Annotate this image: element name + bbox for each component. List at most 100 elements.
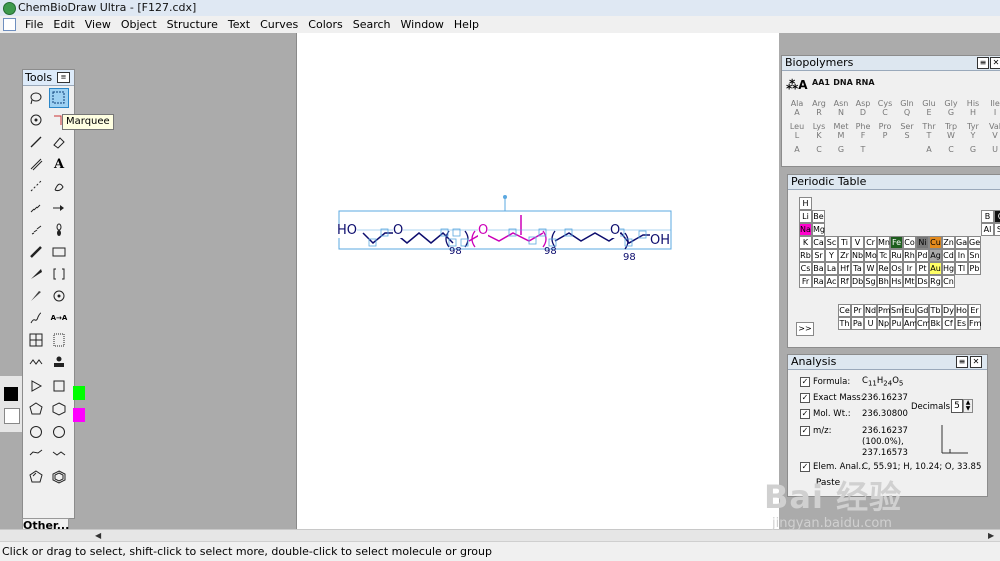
element-ho[interactable]: Ho <box>955 303 968 317</box>
chair-cyclohexane-2-icon[interactable] <box>49 444 69 464</box>
element-os[interactable]: Os <box>890 262 903 275</box>
element-bh[interactable]: Bh <box>877 275 890 288</box>
atom-oxygen-1[interactable]: O <box>393 224 404 238</box>
biopolymer-item[interactable]: E <box>918 108 940 117</box>
exact-mass-checkbox[interactable]: ✓ <box>800 393 810 403</box>
biopolymer-item[interactable]: A <box>786 145 808 154</box>
menu-window[interactable]: Window <box>396 18 449 31</box>
pen-tool-icon[interactable] <box>49 176 69 196</box>
element-cu[interactable]: Cu <box>929 236 942 249</box>
menu-structure[interactable]: Structure <box>162 18 223 31</box>
tools-palette-header[interactable]: Tools ≡ <box>23 70 74 86</box>
biopolymer-item[interactable]: Phe <box>852 122 874 131</box>
element-pt[interactable]: Pt <box>916 262 929 275</box>
element-w[interactable]: W <box>864 262 877 275</box>
biopolymer-item[interactable]: L <box>786 131 808 140</box>
decimals-input[interactable]: 5 <box>951 399 963 413</box>
element-mg[interactable]: Mg <box>812 223 825 236</box>
element-pd[interactable]: Pd <box>916 249 929 262</box>
biopolymer-item[interactable]: V <box>984 131 1000 140</box>
element-pm[interactable]: Pm <box>877 303 891 317</box>
circle-ring-icon[interactable] <box>26 422 46 442</box>
element-sr[interactable]: Sr <box>812 249 825 262</box>
biopolymer-item[interactable]: N <box>830 108 852 117</box>
menu-object[interactable]: Object <box>116 18 162 31</box>
element-rg[interactable]: Rg <box>929 275 942 288</box>
biopolymer-item[interactable]: Lys <box>808 122 830 131</box>
element-c[interactable]: C <box>994 210 1000 223</box>
biopolymer-item[interactable]: D <box>852 108 874 117</box>
dashed-bond-icon[interactable] <box>26 176 46 196</box>
drawing-canvas[interactable]: HO O 98 O 98 O 98 OH <box>296 33 779 529</box>
menu-text[interactable]: Text <box>223 18 255 31</box>
element-sm[interactable]: Sm <box>890 303 904 317</box>
element-la[interactable]: La <box>825 262 838 275</box>
green-color-swatch[interactable] <box>73 386 85 400</box>
biopolymer-item[interactable]: Gln <box>896 99 918 108</box>
biopolymer-item[interactable]: K <box>808 131 830 140</box>
bold-bond-icon[interactable] <box>26 242 46 262</box>
background-color-swatch[interactable] <box>4 408 20 424</box>
biopolymer-item[interactable]: A <box>918 145 940 154</box>
biopolymer-item[interactable]: Tyr <box>962 122 984 131</box>
magenta-color-swatch[interactable] <box>73 408 85 422</box>
hashed-bond-icon[interactable] <box>26 198 46 218</box>
element-hg[interactable]: Hg <box>942 262 955 275</box>
cycloheptane-ring-icon[interactable] <box>49 422 69 442</box>
biopolymers-header[interactable]: Biopolymers ≡ ✕ <box>782 56 1000 71</box>
element-tc[interactable]: Tc <box>877 249 890 262</box>
element-in[interactable]: In <box>955 249 968 262</box>
scroll-right-icon[interactable]: ▶ <box>988 531 994 540</box>
element-na[interactable]: Na <box>799 223 812 236</box>
menu-help[interactable]: Help <box>449 18 484 31</box>
element-am[interactable]: Am <box>903 316 917 330</box>
element-be[interactable]: Be <box>812 210 825 223</box>
acyclic-chain-icon[interactable] <box>26 352 46 372</box>
foreground-color-swatch[interactable] <box>4 387 18 401</box>
element-ir[interactable]: Ir <box>903 262 916 275</box>
biopolymer-item[interactable]: M <box>830 131 852 140</box>
reaction-arrow-icon[interactable]: A→A <box>49 308 69 328</box>
element-cd[interactable]: Cd <box>942 249 955 262</box>
element-ga[interactable]: Ga <box>955 236 968 249</box>
element-ti[interactable]: Ti <box>838 236 851 249</box>
biopolymer-item[interactable]: Trp <box>940 122 962 131</box>
element-dy[interactable]: Dy <box>942 303 955 317</box>
element-rh[interactable]: Rh <box>903 249 916 262</box>
benzene-ring-icon[interactable] <box>49 467 69 487</box>
element-cf[interactable]: Cf <box>942 316 955 330</box>
pentagon-ring-icon[interactable] <box>26 399 46 419</box>
element-np[interactable]: Np <box>877 316 890 330</box>
biopolymer-item[interactable]: R <box>808 108 830 117</box>
element-pr[interactable]: Pr <box>851 303 864 317</box>
biopolymer-item[interactable]: A <box>786 108 808 117</box>
element-ba[interactable]: Ba <box>812 262 825 275</box>
square-ring-icon[interactable] <box>49 376 69 396</box>
element-u[interactable]: U <box>864 316 877 330</box>
rotation-handle[interactable] <box>503 195 507 199</box>
biopolymer-item[interactable]: Q <box>896 108 918 117</box>
element-re[interactable]: Re <box>877 262 890 275</box>
panel-menu-icon[interactable]: ≡ <box>977 57 989 69</box>
menu-view[interactable]: View <box>80 18 116 31</box>
element-fm[interactable]: Fm <box>968 316 981 330</box>
element-ru[interactable]: Ru <box>890 249 903 262</box>
panel-menu-icon[interactable]: ≡ <box>956 356 968 368</box>
element-ca[interactable]: Ca <box>812 236 825 249</box>
element-ds[interactable]: Ds <box>916 275 929 288</box>
element-rb[interactable]: Rb <box>799 249 812 262</box>
element-v[interactable]: V <box>851 236 864 249</box>
element-al[interactable]: Al <box>981 223 994 236</box>
biopolymer-item[interactable]: U <box>984 145 1000 154</box>
menu-search[interactable]: Search <box>348 18 396 31</box>
element-hs[interactable]: Hs <box>890 275 903 288</box>
element-tl[interactable]: Tl <box>955 262 968 275</box>
element-db[interactable]: Db <box>851 275 864 288</box>
element-ra[interactable]: Ra <box>812 275 825 288</box>
element-sn[interactable]: Sn <box>968 249 981 262</box>
biopolymer-item[interactable]: Val <box>984 122 1000 131</box>
polymer-mode-icon[interactable]: ⁂A <box>786 78 808 92</box>
element-mt[interactable]: Mt <box>903 275 916 288</box>
biopolymer-item[interactable]: T <box>918 131 940 140</box>
element-fe[interactable]: Fe <box>890 236 903 249</box>
